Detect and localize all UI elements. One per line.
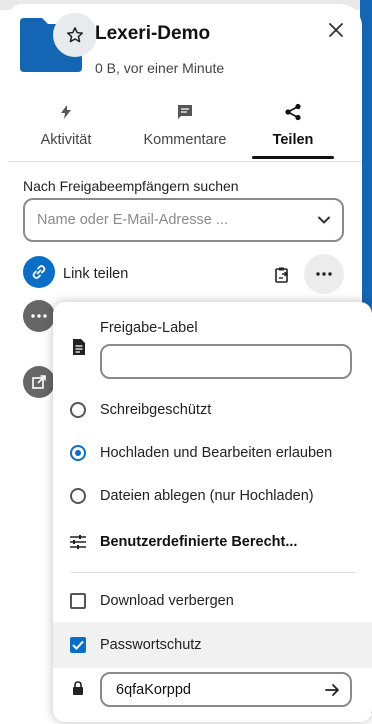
hide-download-checkbox[interactable] (70, 593, 86, 609)
chevron-down-icon[interactable] (316, 212, 332, 228)
star-icon (66, 27, 84, 43)
link-icon (32, 265, 46, 279)
share-icon (285, 103, 301, 121)
password-protect-checkbox[interactable] (70, 637, 86, 653)
external-share-avatar[interactable] (23, 366, 55, 398)
copy-link-icon[interactable] (273, 266, 291, 284)
option-file-drop[interactable]: Dateien ablegen (nur Hochladen) (70, 484, 360, 508)
password-protect-label: Passwortschutz (100, 637, 202, 653)
more-shares-avatar[interactable] (23, 300, 55, 332)
share-link-more-button[interactable] (304, 254, 344, 294)
comment-icon (178, 105, 192, 119)
tune-icon (70, 535, 86, 549)
option-file-drop-label: Dateien ablegen (nur Hochladen) (100, 488, 314, 504)
option-read-only-label: Schreibgeschützt (100, 402, 212, 418)
tab-share-label: Teilen (272, 132, 314, 148)
custom-permissions-label: Benutzerdefinierte Berecht... (100, 534, 298, 550)
hide-download-label: Download verbergen (100, 593, 234, 609)
share-options-popover: Freigabe-Label Schreibgeschützt Hochlade… (53, 302, 372, 722)
search-combobox[interactable] (23, 198, 344, 242)
lock-icon (73, 681, 83, 695)
hide-download-item[interactable]: Download verbergen (70, 589, 360, 613)
option-read-only[interactable]: Schreibgeschützt (70, 398, 360, 422)
tab-comments-label: Kommentare (143, 132, 227, 148)
tab-comments[interactable]: Kommentare (135, 102, 235, 148)
search-label: Nach Freigabeempfängern suchen (23, 178, 239, 194)
checkmark-icon (72, 640, 84, 650)
tab-active-indicator (252, 156, 334, 159)
option-upload-edit-label: Hochladen und Bearbeiten erlauben (100, 445, 333, 461)
radio-read-only[interactable] (70, 402, 86, 418)
share-label-title: Freigabe-Label (100, 320, 198, 336)
tab-share[interactable]: Teilen (262, 102, 324, 148)
password-field[interactable]: 6qfaKorppd (100, 672, 352, 707)
external-link-icon (32, 375, 46, 389)
close-icon[interactable] (326, 20, 346, 40)
option-upload-edit[interactable]: Hochladen und Bearbeiten erlauben (70, 441, 366, 465)
password-protect-item[interactable]: Passwortschutz (70, 633, 360, 657)
arrow-right-icon[interactable] (324, 682, 340, 698)
more-icon (316, 272, 332, 276)
tab-divider (8, 161, 362, 162)
share-link-avatar (23, 256, 55, 288)
file-subtitle: 0 B, vor einer Minute (95, 60, 225, 76)
radio-file-drop[interactable] (70, 488, 86, 504)
search-input[interactable] (35, 211, 309, 229)
radio-upload-edit[interactable] (70, 445, 86, 461)
share-label-input[interactable] (100, 344, 352, 379)
password-value: 6qfaKorppd (116, 682, 191, 698)
share-link-label: Link teilen (63, 266, 129, 282)
popover-divider (70, 572, 356, 573)
more-icon (31, 314, 47, 318)
favorite-button[interactable] (53, 13, 97, 57)
lightning-icon (61, 105, 71, 119)
tab-activity-label: Aktivität (40, 132, 92, 148)
document-icon (73, 339, 85, 355)
custom-permissions-item[interactable]: Benutzerdefinierte Berecht... (69, 529, 359, 555)
tab-activity[interactable]: Aktivität (26, 102, 106, 148)
file-title: Lexeri-Demo (95, 23, 211, 44)
